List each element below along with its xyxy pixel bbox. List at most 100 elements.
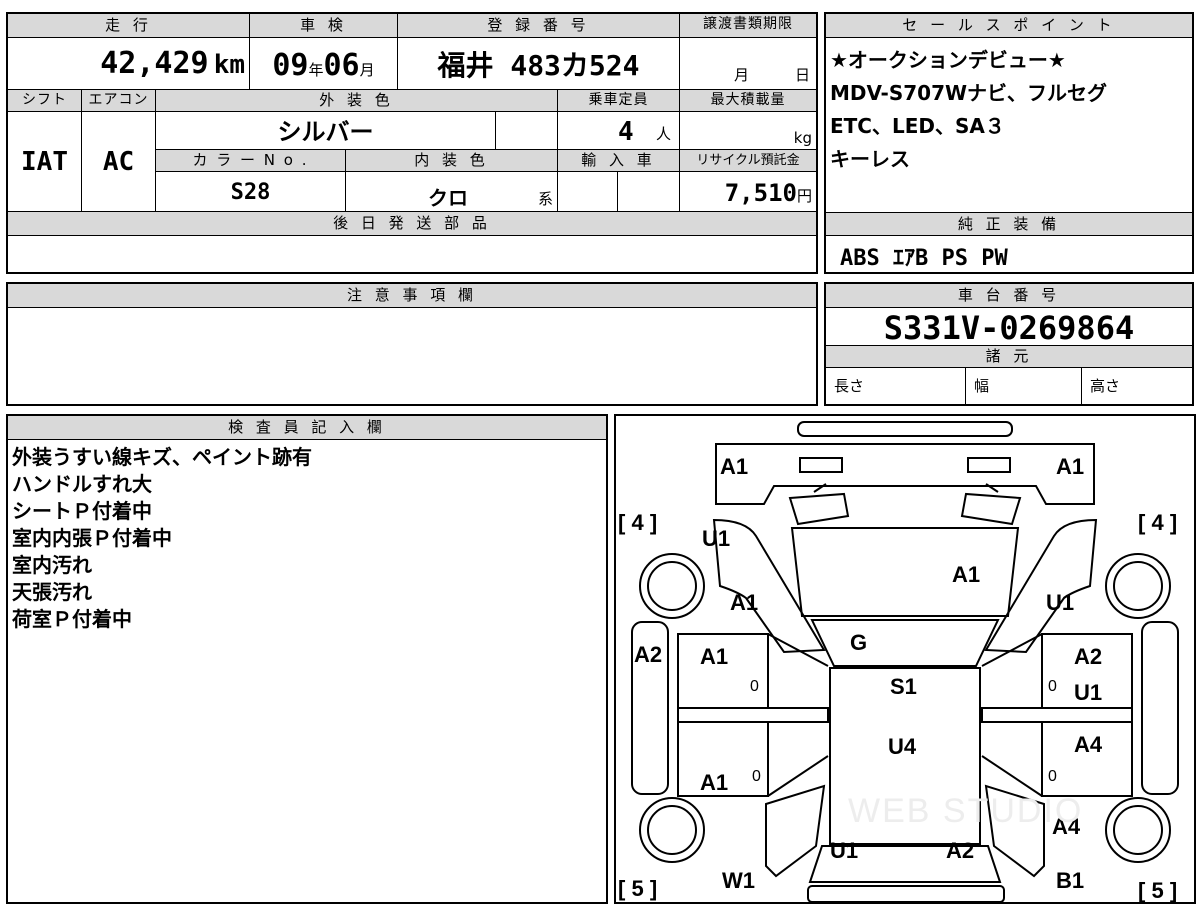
- inspector-note: 天張汚れ: [12, 580, 92, 604]
- tire-fr-value: 4: [1151, 510, 1164, 535]
- registration-value: 福井 483カ524: [437, 49, 640, 82]
- mark-door-fr: U1: [1074, 680, 1103, 705]
- mark-pillar-left: A2: [634, 642, 663, 667]
- recycle-unit: 円: [796, 187, 812, 205]
- watermark: WEB STUDIO: [848, 792, 1084, 830]
- shift-value-cell: IAT: [8, 112, 82, 212]
- inspection-month-unit: 月: [359, 61, 375, 79]
- tire-rl-value: 5: [631, 876, 644, 901]
- color-no-cell: S28: [156, 172, 346, 212]
- parts-header: 後 日 発 送 部 品: [8, 212, 816, 236]
- mileage-value-cell: 42,429 km: [8, 38, 250, 90]
- transfer-day-unit: 日: [794, 66, 810, 84]
- ac-value: AC: [102, 147, 135, 177]
- import-cell-b: [618, 172, 680, 212]
- notes-header: 注 意 事 項 欄: [8, 284, 816, 308]
- inspector-note: 室内内張Ｐ付着中: [12, 526, 172, 550]
- capacity-unit: 人: [655, 125, 671, 143]
- inspector-note: シートＰ付着中: [12, 499, 152, 523]
- equipment-header: 純 正 装 備: [826, 212, 1192, 236]
- chassis-header: 車 台 番 号: [826, 284, 1192, 308]
- mark-front-left: A1: [730, 590, 759, 615]
- shift-value: IAT: [21, 147, 68, 177]
- inspector-note: 外装うすい線キズ、ペイント跡有: [12, 445, 312, 469]
- sales-point-line: ETC、LED、SA３: [830, 114, 1005, 138]
- tire-fl-value: 4: [631, 510, 644, 535]
- recycle-cell: 7,510円: [680, 172, 816, 212]
- mark-door-fl: A1: [700, 644, 729, 669]
- exterior-color-value: シルバー: [277, 118, 374, 146]
- interior-color-unit: 系: [537, 190, 553, 208]
- tire-rr-value: 5: [1151, 878, 1164, 903]
- capacity-value: 4: [618, 117, 634, 147]
- sales-point-list: ★オークションデビュー★ MDV-S707Wナビ、フルセグ ETC、LED、SA…: [826, 44, 1192, 176]
- inspector-note: 荷室Ｐ付着中: [12, 607, 132, 631]
- mark-front-bumper-right: A1: [1056, 454, 1085, 479]
- transfer-deadline-header: 譲渡書類期限: [680, 14, 816, 38]
- width-label: 幅: [966, 368, 1082, 404]
- inspector-note: 室内汚れ: [12, 553, 92, 577]
- max-load-header: 最大積載量: [680, 90, 816, 112]
- ac-header: エアコン: [82, 90, 156, 112]
- tire-rl-bracket: [ 5 ]: [618, 876, 658, 901]
- mark-roof: S1: [890, 674, 917, 699]
- mark-door-rl: A1: [700, 770, 729, 795]
- tire-fl-bracket: [ 4 ]: [618, 510, 658, 535]
- vehicle-info-box: 走 行 車 検 登 録 番 号 譲渡書類期限 42,429 km 09年06 月 …: [6, 12, 818, 274]
- spec-row: 長さ 幅 高さ: [826, 368, 1192, 404]
- inspection-year: 09: [272, 48, 309, 83]
- max-load-cell: kg: [680, 112, 816, 150]
- mark-windshield: G: [850, 630, 868, 655]
- mark-fender-fl: U1: [702, 526, 731, 551]
- ac-value-cell: AC: [82, 112, 156, 212]
- notes-box: 注 意 事 項 欄: [6, 282, 818, 406]
- mark-rear-left: W1: [722, 868, 755, 893]
- mark-roof-rear: U4: [888, 734, 917, 759]
- exterior-color-header: 外 装 色: [156, 90, 558, 112]
- equipment-value: ABS ｴｱB PS PW: [840, 246, 1008, 271]
- height-label: 高さ: [1090, 377, 1121, 395]
- mark-door-rr: A4: [1074, 732, 1103, 757]
- transfer-deadline-cell: 月 日: [680, 38, 816, 90]
- mark-fender-fr: U1: [1046, 590, 1075, 615]
- mileage-value: 42,429: [100, 46, 209, 81]
- inspector-notes-list: 外装うすい線キズ、ペイント跡有 ハンドルすれ大 シートＰ付着中 室内内張Ｐ付着中…: [8, 444, 606, 633]
- recycle-header: リサイクル預託金: [680, 150, 816, 172]
- capacity-value-cell: 4 人: [558, 112, 680, 150]
- inspector-box: 検 査 員 記 入 欄 外装うすい線キズ、ペイント跡有 ハンドルすれ大 シートＰ…: [6, 414, 608, 904]
- exterior-color-cell: シルバー: [156, 112, 496, 150]
- registration-value-cell: 福井 483カ524: [398, 38, 680, 90]
- capacity-header: 乗車定員: [558, 90, 680, 112]
- car-diagram-box: [ 4 ] [ 4 ] [ 5 ] [ 5 ] A1 A1 U1 A1 A1 U…: [614, 414, 1196, 904]
- mark-hood: A1: [952, 562, 981, 587]
- mark-rear-right: B1: [1056, 868, 1085, 893]
- sales-point-line: ★オークションデビュー★: [830, 48, 1066, 72]
- tire-fr-bracket: [ 4 ]: [1138, 510, 1178, 535]
- sales-point-line: キーレス: [830, 147, 910, 171]
- registration-header: 登 録 番 号: [398, 14, 680, 38]
- color-no-value: S28: [230, 180, 271, 205]
- mark-zero: 0: [750, 678, 759, 695]
- spec-header: 諸 元: [826, 346, 1192, 368]
- transfer-month-unit: 月: [734, 66, 750, 84]
- import-cell-a: [558, 172, 618, 212]
- mark-pillar-right: A2: [1074, 644, 1103, 669]
- mileage-unit: km: [213, 50, 245, 80]
- exterior-extra-cell: [496, 112, 558, 150]
- tire-rr-bracket: [ 5 ]: [1138, 878, 1178, 903]
- mark-zero: 0: [1048, 768, 1057, 785]
- max-load-unit: kg: [793, 129, 812, 147]
- shift-header: シフト: [8, 90, 82, 112]
- mark-zero: 0: [1048, 678, 1057, 695]
- inspector-header: 検 査 員 記 入 欄: [8, 416, 606, 440]
- length-label: 長さ: [826, 368, 966, 404]
- mark-rear-center-2: A2: [946, 838, 975, 863]
- inspection-value-cell: 09年06月: [250, 38, 398, 90]
- parts-cell: [8, 236, 816, 272]
- sales-point-line: MDV-S707Wナビ、フルセグ: [830, 81, 1108, 105]
- chassis-box: 車 台 番 号 S331V-0269864 諸 元 長さ 幅 高さ: [824, 282, 1194, 406]
- inspection-month: 06: [323, 48, 360, 83]
- mark-front-bumper-left: A1: [720, 454, 749, 479]
- color-no-header: カ ラ ー N o .: [156, 150, 346, 172]
- import-header: 輸 入 車: [558, 150, 680, 172]
